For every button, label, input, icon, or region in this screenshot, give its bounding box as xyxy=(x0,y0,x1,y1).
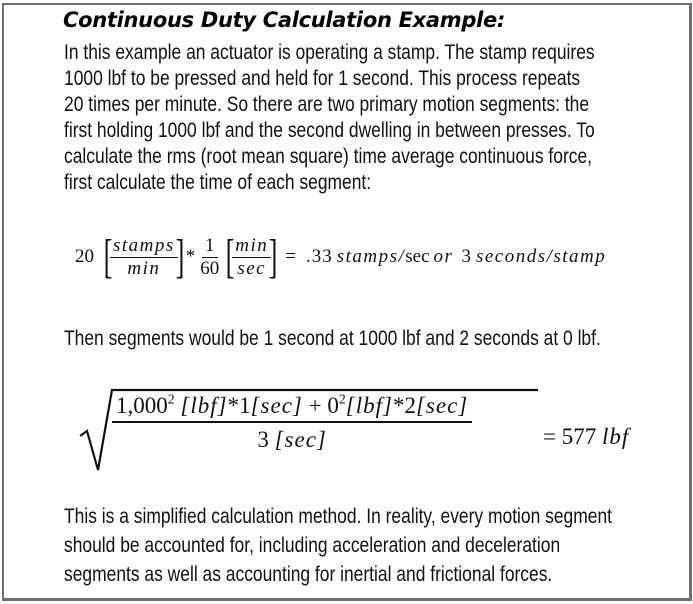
eq1-result-unit: stamps/ xyxy=(336,246,406,267)
term1-base: 1,000 xyxy=(116,393,168,418)
eq1-frac3-den: sec xyxy=(237,257,267,279)
rate-equation: 20 [ stamps min ] * 1 60 [ min sec ] = .… xyxy=(75,226,606,288)
term1-exponent: 2 xyxy=(167,391,175,407)
term1-time: [sec] xyxy=(250,393,303,418)
left-bracket: [ xyxy=(225,230,235,283)
rms-denominator: 3 [sec] xyxy=(254,423,330,453)
closing-line: should be accounted for, including accel… xyxy=(64,534,561,557)
right-bracket: ] xyxy=(175,230,185,283)
left-bracket: [ xyxy=(103,230,113,283)
eq1-result-value: .33 xyxy=(305,246,333,267)
term1-unit: [lbf] xyxy=(180,393,228,418)
intro-line: first calculate the time of each segment… xyxy=(64,171,372,194)
section-title: Continuous Duty Calculation Example: xyxy=(63,8,506,32)
eq1-alt-value: 3 xyxy=(461,246,471,267)
eq2-equals: = xyxy=(543,424,556,449)
term1-multiplier: *1 xyxy=(227,393,251,418)
eq1-frac2-num: 1 xyxy=(202,235,218,258)
eq1-alt-unit: seconds/stamp xyxy=(475,246,607,267)
plus-sign: + xyxy=(308,393,322,418)
right-bracket: ] xyxy=(268,230,278,283)
eq1-frac2-den: 60 xyxy=(200,257,220,279)
denominator-unit: [sec] xyxy=(274,427,327,453)
min-per-sec-fraction: min sec xyxy=(232,235,272,280)
term2-exponent: 2 xyxy=(338,391,346,407)
rms-numerator: 1,0002 [lbf]*1[sec] + 02[lbf]*2[sec] xyxy=(112,391,473,424)
eq1-result-unit-sec: sec xyxy=(405,246,430,267)
eq1-coefficient: 20 xyxy=(75,246,94,267)
intro-line: In this example an actuator is operating… xyxy=(64,41,595,64)
intro-line: 1000 lbf to be pressed and held for 1 se… xyxy=(64,67,581,90)
stamps-per-min-fraction: stamps min xyxy=(109,235,178,280)
eq1-frac3-num: min xyxy=(232,235,272,258)
intro-line: 20 times per minute. So there are two pr… xyxy=(64,93,590,116)
eq1-frac1-num: stamps xyxy=(109,235,178,258)
term2-multiplier: *2 xyxy=(392,393,416,418)
eq2-result-value: 577 xyxy=(561,424,597,449)
intro-line: first holding 1000 lbf and the second dw… xyxy=(64,119,595,142)
term2-unit: [lbf] xyxy=(345,393,393,418)
eq2-result-unit: lbf xyxy=(601,424,630,449)
eq1-times: * xyxy=(185,246,196,267)
denominator-value: 3 xyxy=(257,427,269,453)
segments-line: Then segments would be 1 second at 1000 … xyxy=(64,327,601,350)
one-sixtieth-fraction: 1 60 xyxy=(197,235,222,280)
rms-fraction: 1,0002 [lbf]*1[sec] + 02[lbf]*2[sec] 3 [… xyxy=(112,391,473,454)
eq1-equals: = xyxy=(285,246,296,267)
closing-line: segments as well as accounting for inert… xyxy=(64,563,553,586)
term2-time: [sec] xyxy=(415,393,469,418)
closing-line: This is a simplified calculation method.… xyxy=(64,505,612,528)
eq1-frac1-den: min xyxy=(127,257,161,279)
rms-result: = 577 lbf xyxy=(543,424,629,450)
intro-line: calculate the rms (root mean square) tim… xyxy=(64,145,593,168)
term2-base: 0 xyxy=(327,393,339,418)
rms-equation: 1,0002 [lbf]*1[sec] + 02[lbf]*2[sec] 3 [… xyxy=(112,391,473,454)
eq1-or: or xyxy=(433,246,454,267)
